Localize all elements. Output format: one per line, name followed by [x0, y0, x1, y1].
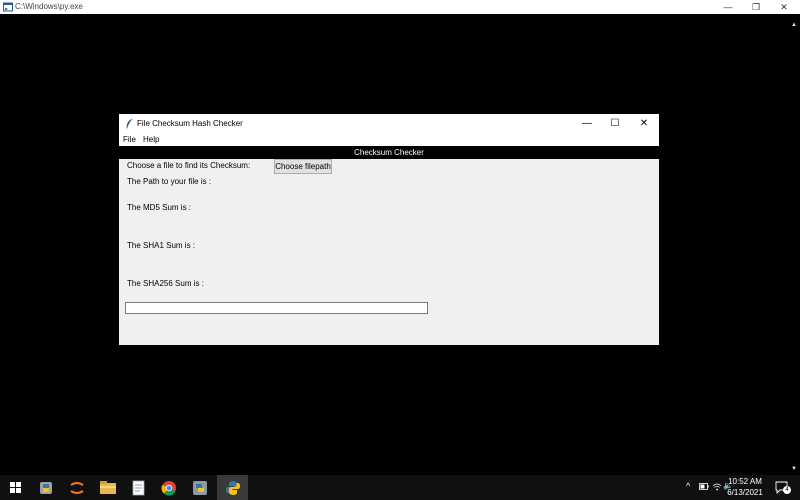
checksum-app-window: File Checksum Hash Checker — ☐ ✕ File He… — [119, 114, 659, 345]
file-explorer-icon[interactable] — [100, 481, 116, 495]
chrome-icon[interactable] — [161, 480, 177, 496]
sha256-label: The SHA256 Sum is : — [127, 279, 204, 288]
console-title: C:\Windows\py.exe — [15, 2, 83, 11]
python-running-icon — [226, 481, 240, 495]
tray-chevron-icon[interactable]: ^ — [686, 481, 690, 491]
jupyter-icon[interactable] — [69, 480, 85, 496]
taskbar: ^ 🔈 10:52 AM 6/13/2021 4 — [0, 475, 800, 500]
wifi-icon[interactable] — [712, 482, 722, 491]
windows-start-icon[interactable] — [10, 482, 21, 493]
taskbar-active-python[interactable] — [217, 475, 248, 500]
choose-file-label: Choose a file to find its Checksum: — [127, 161, 251, 170]
sha1-label: The SHA1 Sum is : — [127, 241, 196, 250]
scroll-up-icon[interactable]: ▲ — [790, 22, 798, 28]
md5-label: The MD5 Sum is : — [127, 203, 192, 212]
menubar: File Help — [119, 133, 659, 146]
menu-help[interactable]: Help — [143, 133, 159, 146]
app-title: File Checksum Hash Checker — [137, 119, 243, 128]
python-launcher-icon[interactable] — [192, 480, 208, 496]
clock-date[interactable]: 6/13/2021 — [722, 488, 768, 497]
battery-icon[interactable] — [699, 482, 709, 491]
app-minimize-button[interactable]: — — [573, 114, 601, 133]
choose-filepath-button[interactable]: Choose filepath — [274, 159, 332, 174]
app-titlebar: File Checksum Hash Checker — ☐ ✕ — [119, 114, 659, 133]
checksum-entry[interactable] — [125, 302, 428, 314]
console-minimize-button[interactable]: — — [714, 0, 742, 14]
console-close-button[interactable]: ✕ — [770, 0, 798, 14]
clock-time[interactable]: 10:52 AM — [722, 477, 768, 486]
notification-badge: 4 — [783, 486, 791, 494]
python-idle-icon[interactable] — [38, 480, 54, 496]
console-restore-button[interactable]: ❐ — [742, 0, 770, 14]
app-close-button[interactable]: ✕ — [630, 114, 658, 133]
notepad-icon[interactable] — [132, 480, 146, 496]
app-header: Checksum Checker — [119, 146, 659, 159]
app-maximize-button[interactable]: ☐ — [601, 114, 629, 133]
python-console-icon — [3, 2, 13, 12]
tk-feather-icon — [126, 118, 134, 129]
menu-file[interactable]: File — [123, 133, 136, 146]
console-scrollbar[interactable] — [787, 14, 800, 475]
path-label: The Path to your file is : — [127, 177, 212, 186]
scroll-down-icon[interactable]: ▼ — [790, 466, 798, 472]
console-titlebar: C:\Windows\py.exe — ❐ ✕ — [0, 0, 800, 14]
